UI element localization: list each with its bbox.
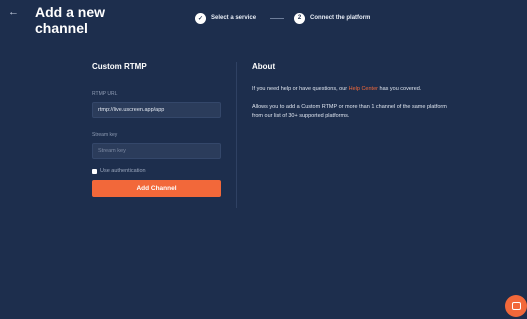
column-divider [236, 62, 237, 208]
stepper: ✓ Select a service 2 Connect the platfor… [195, 12, 370, 24]
use-authentication-label: Use authentication [100, 168, 146, 174]
step-label: Connect the platform [310, 15, 371, 21]
help-center-link[interactable]: Help Center [349, 86, 378, 92]
chat-icon [511, 302, 521, 310]
use-authentication-checkbox[interactable] [92, 168, 97, 174]
use-authentication-row: Use authentication [92, 168, 221, 174]
about-description: Allows you to add a Custom RTMP or more … [252, 104, 447, 119]
step-number: 2 [294, 12, 306, 24]
step-connector [270, 17, 285, 19]
chat-launcher-button[interactable] [505, 295, 527, 317]
stream-key-label: Stream key [92, 132, 118, 138]
page-title: Add a new channel [35, 4, 106, 36]
step-connect-platform: 2 Connect the platform [294, 12, 371, 24]
back-button[interactable]: ← [8, 6, 20, 18]
about-title: About [252, 62, 276, 71]
custom-rtmp-form: Custom RTMP RTMP URL rtmp://live.uscreen… [92, 62, 221, 197]
about-panel: About If you need help or have questions… [252, 62, 452, 121]
stream-key-input[interactable]: Stream key [92, 143, 221, 159]
about-help-text: If you need help or have questions, our … [252, 86, 422, 92]
add-channel-button[interactable]: Add Channel [92, 180, 221, 197]
check-icon: ✓ [195, 12, 206, 24]
step-select-service: ✓ Select a service [195, 12, 257, 24]
rtmp-url-label: RTMP URL [92, 91, 118, 97]
rtmp-url-input[interactable]: rtmp://live.uscreen.app/app [92, 102, 221, 118]
form-title: Custom RTMP [92, 62, 147, 71]
step-label: Select a service [211, 15, 257, 21]
arrow-left-icon: ← [8, 6, 19, 18]
